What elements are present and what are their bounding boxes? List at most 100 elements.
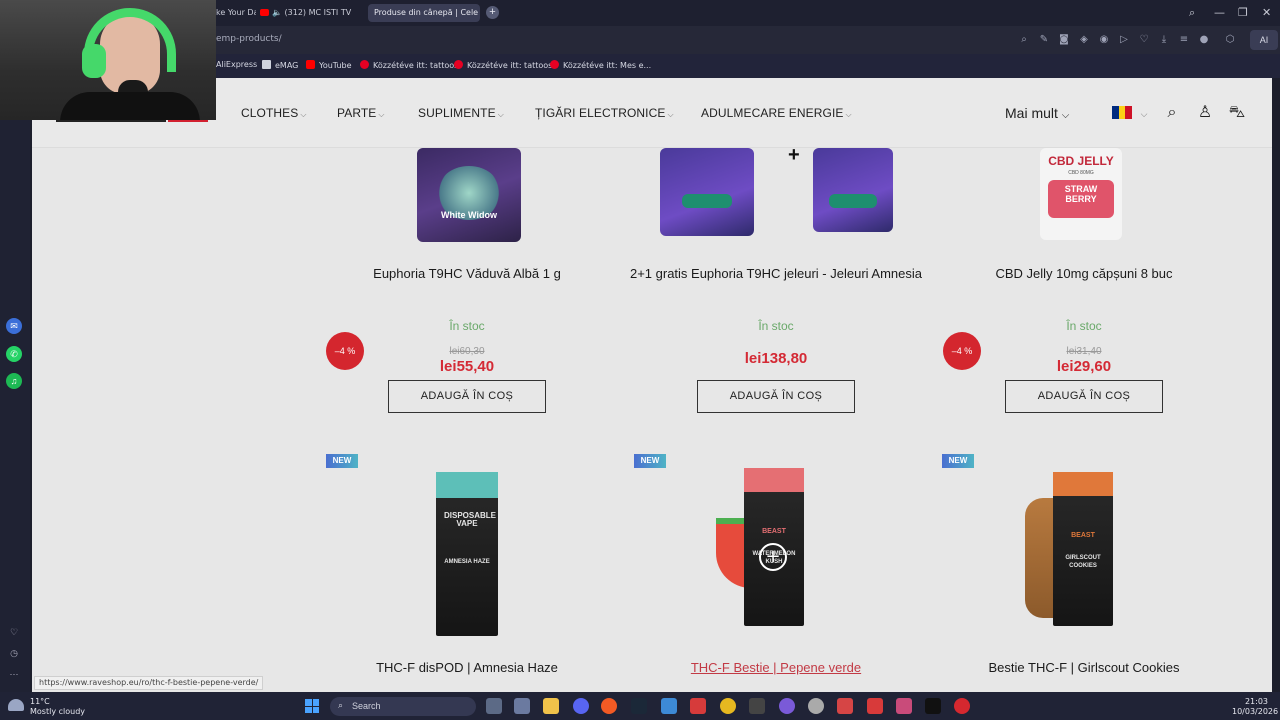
vpn-icon[interactable]: ◉ (1098, 34, 1110, 46)
photos-icon[interactable] (661, 698, 677, 714)
close-window-icon[interactable]: ✕ (1262, 6, 1271, 19)
file-explorer-icon[interactable] (543, 698, 559, 714)
product-image-cbd-jelly[interactable]: CBD JELLY CBD 80MG STRAW BERRY (1040, 148, 1122, 240)
price: lei29,60 (1056, 358, 1112, 375)
camera-icon[interactable]: ◙ (1058, 34, 1070, 46)
start-button[interactable] (305, 699, 319, 713)
nav-clothes[interactable]: CLOTHES ⌵ (241, 106, 307, 120)
plus-icon: + (788, 144, 800, 166)
product-image-jelly-a[interactable] (660, 148, 754, 236)
zoom-plus-icon[interactable]: + (759, 543, 787, 571)
play-icon[interactable]: ▷ (1118, 34, 1130, 46)
taskbar-search[interactable]: ⌕ Search (330, 697, 476, 716)
search-tabs-icon[interactable]: ⌕ (1189, 6, 1195, 20)
file-icon (262, 60, 271, 69)
bookmark-label: Közzétéve itt: tattoos (467, 61, 553, 70)
messenger-icon[interactable]: ✉ (6, 318, 22, 334)
product-name[interactable]: 2+1 gratis Euphoria T9HC jeleuri - Jeleu… (626, 266, 926, 281)
minimize-icon[interactable]: — (1214, 6, 1225, 19)
romania-flag-icon[interactable] (1112, 106, 1133, 119)
more-menu[interactable]: Mai mult ⌵ (1005, 105, 1069, 121)
product-name[interactable]: Euphoria T9HC Văduvă Albă 1 g (317, 266, 617, 281)
ai-button[interactable]: AI (1250, 30, 1278, 50)
price: lei55,40 (439, 358, 495, 375)
new-tab-button[interactable]: + (486, 6, 499, 19)
chevron-down-icon: ⌵ (497, 110, 504, 119)
tiktok-icon[interactable] (925, 698, 941, 714)
coin-app-icon[interactable] (720, 698, 736, 714)
nav-label: CLOTHES (241, 106, 299, 120)
search-icon[interactable]: ⌕ (1162, 102, 1182, 122)
history-icon[interactable]: ◷ (6, 645, 22, 661)
zoom-icon[interactable]: ⌕ (1018, 34, 1030, 46)
nav-tigari-electronice[interactable]: ȚIGĂRI ELECTRONICE ⌵ (535, 106, 674, 120)
edit-icon[interactable]: ✎ (1038, 34, 1050, 46)
product-image-jelly-b[interactable] (813, 148, 893, 232)
bookmark-pinterest-1[interactable]: Közzétéve itt: tattoos (360, 60, 458, 70)
product-image-text: White Widow (441, 210, 497, 220)
opera-icon[interactable] (954, 698, 970, 714)
nav-parte[interactable]: PARTE ⌵ (337, 106, 385, 120)
app-icon[interactable] (749, 698, 765, 714)
nav-label: PARTE (337, 106, 377, 120)
settings-icon[interactable] (808, 698, 824, 714)
spotify-icon[interactable]: ♫ (6, 373, 22, 389)
extension-icon[interactable]: ⬡ (1224, 34, 1236, 46)
product-name[interactable]: THC-F disPOD | Amnesia Haze (317, 660, 617, 675)
obs-icon[interactable] (779, 698, 795, 714)
chevron-down-icon: ⌵ (667, 110, 674, 119)
bookmark-emag[interactable]: eMAG (262, 60, 298, 70)
app-red-icon[interactable] (837, 698, 853, 714)
nav-adulmecare-energie[interactable]: ADULMECARE ENERGIE ⌵ (701, 106, 852, 120)
more-label: Mai mult (1005, 105, 1058, 121)
stock-status: În stoc (1066, 319, 1102, 333)
bookmark-aliexpress[interactable]: AliExpress (216, 60, 257, 69)
product-name[interactable]: Bestie THC-F | Girlscout Cookies (934, 660, 1234, 675)
media-app-icon[interactable] (896, 698, 912, 714)
add-to-cart-button[interactable]: ADAUGĂ ÎN COȘ (388, 380, 546, 413)
pack-top-label: BEAST (1071, 532, 1095, 539)
youtube-icon (260, 9, 269, 16)
tab-1[interactable]: ke Your Da (216, 4, 256, 22)
widgets-icon[interactable] (514, 698, 530, 714)
bookmark-pinterest-2[interactable]: Közzétéve itt: tattoos (454, 60, 552, 70)
cart-icon[interactable]: ⛍ (1227, 102, 1247, 122)
whatsapp-icon[interactable]: ✆ (6, 346, 22, 362)
tab-youtube[interactable]: 🔈 (312) MC ISTI TV (260, 4, 362, 22)
task-view-icon[interactable] (486, 698, 502, 714)
nav-suplimente[interactable]: SUPLIMENTE ⌵ (418, 106, 504, 120)
tab-active-hemp[interactable]: Produse din cânepă | Cele (368, 4, 480, 22)
heart-icon[interactable]: ♡ (1138, 34, 1150, 46)
profile-icon[interactable]: ● (1198, 34, 1210, 46)
pack-mid-label: GIRLSCOUT COOKIES (1065, 555, 1101, 569)
heart-icon[interactable]: ♡ (6, 624, 22, 640)
pinterest-icon (360, 60, 369, 69)
chevron-down-icon[interactable]: ⌵ (1134, 105, 1154, 125)
tf-app-icon[interactable] (690, 698, 706, 714)
more-icon[interactable]: ⋯ (6, 666, 22, 682)
download-icon[interactable]: ⤓ (1158, 34, 1170, 46)
maximize-icon[interactable]: ❐ (1238, 6, 1248, 19)
product-name-hovered[interactable]: THC-F Bestie | Pepene verde (626, 660, 926, 675)
product-name[interactable]: CBD Jelly 10mg căpșuni 8 buc (934, 266, 1234, 281)
discord-icon[interactable] (573, 698, 589, 714)
wps-icon[interactable] (867, 698, 883, 714)
brave-icon[interactable] (601, 698, 617, 714)
bookmark-label: eMAG (275, 61, 299, 70)
add-to-cart-button[interactable]: ADAUGĂ ÎN COȘ (1005, 380, 1163, 413)
add-to-cart-button[interactable]: ADAUGĂ ÎN COȘ (697, 380, 855, 413)
weather-widget[interactable]: 11°C Mostly cloudy (30, 697, 85, 717)
product-image-bestie-cookies[interactable]: BEAST GIRLSCOUT COOKIES (1053, 472, 1113, 626)
old-price: lei31,40 (1066, 346, 1102, 357)
account-icon[interactable]: ♙ (1195, 102, 1215, 122)
product-image-dispod[interactable]: DISPOSABLE VAPE AMNESIA HAZE (436, 472, 498, 636)
chevron-down-icon: ⌵ (300, 110, 307, 119)
steam-icon[interactable] (631, 698, 647, 714)
system-clock[interactable]: 21:03 10/03/2026 (1232, 697, 1278, 717)
bookmark-youtube[interactable]: YouTube (306, 60, 352, 70)
bookmark-pinterest-3[interactable]: Közzétéve itt: Mes e... (550, 60, 651, 70)
shield-icon[interactable]: ◈ (1078, 34, 1090, 46)
url-field[interactable]: emp-products/ (216, 34, 282, 44)
menu-icon[interactable]: ≡ (1178, 34, 1190, 46)
product-image-white-widow[interactable]: White Widow (417, 148, 521, 242)
